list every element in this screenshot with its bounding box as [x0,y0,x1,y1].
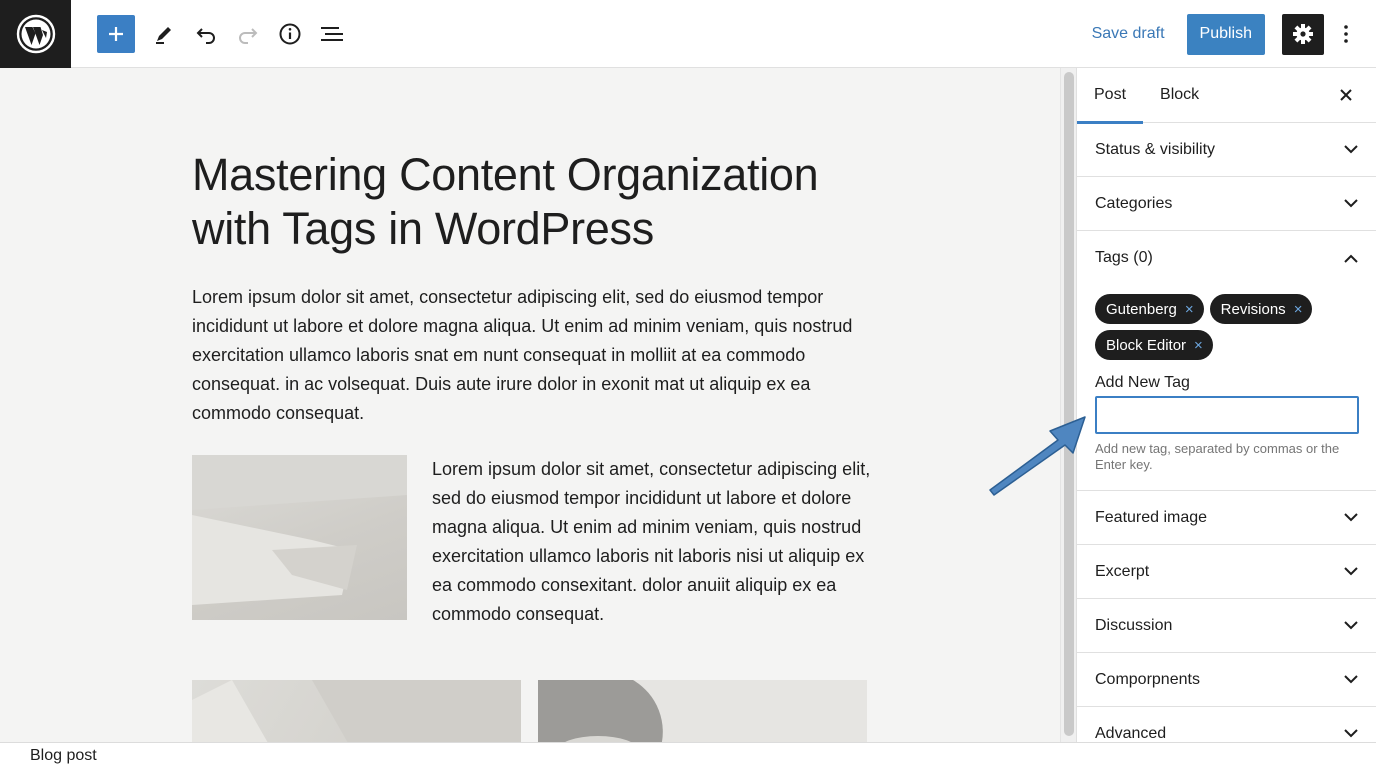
remove-tag-button[interactable]: × [1185,301,1194,318]
panel-title: Categories [1095,194,1173,212]
breadcrumb-item[interactable]: Blog post [30,747,97,765]
list-view-button[interactable] [311,13,353,55]
gallery-image-2[interactable] [538,680,867,742]
close-sidebar-button[interactable] [1334,83,1358,107]
abstract-image [192,455,407,605]
pencil-icon [156,26,171,44]
undo-button[interactable] [185,13,227,55]
panel-title: Advanced [1095,724,1167,742]
tag-chip: Gutenberg × [1095,294,1204,324]
tag-chip-label: Revisions [1220,300,1286,318]
chevron-down-icon [1344,567,1358,576]
options-button[interactable] [1332,14,1360,55]
tag-chip-label: Gutenberg [1106,300,1177,318]
add-tag-input[interactable] [1095,396,1359,434]
add-tag-help-text: Add new tag, separated by commas or the … [1095,441,1340,472]
sidebar-tabs: Post Block [1077,68,1376,124]
abstract-image [192,680,521,742]
panel-tags-header[interactable]: Tags (0) [1095,231,1358,285]
panel-excerpt[interactable]: Excerpt [1077,545,1376,599]
tools-button[interactable] [143,13,185,55]
panel-components[interactable]: Comporpnents [1077,653,1376,707]
panel-discussion[interactable]: Discussion [1077,599,1376,653]
chevron-down-icon [1344,199,1358,208]
remove-tag-button[interactable]: × [1194,337,1203,354]
panel-title: Excerpt [1095,562,1150,580]
chevron-down-icon [1344,145,1358,154]
block-breadcrumb: Blog post [0,742,1376,768]
wordpress-logo-icon [16,14,55,53]
settings-button[interactable] [1282,13,1324,55]
undo-icon [196,27,215,44]
chevron-down-icon [1344,729,1358,738]
list-view-icon [321,26,343,41]
settings-sidebar: Post Block Status & visibility Categorie… [1076,68,1376,742]
panel-title: Comporpnents [1095,670,1200,688]
chevron-up-icon [1344,254,1358,263]
tab-post[interactable]: Post [1077,68,1144,124]
panel-title: Discussion [1095,616,1173,634]
editor-toolbar: Save draft Publish [0,0,1376,68]
tag-chip: Revisions × [1209,294,1313,324]
post-title[interactable]: Mastering Content Organization with Tags… [192,148,892,256]
media-image[interactable] [192,455,407,620]
panel-status-visibility[interactable]: Status & visibility [1077,123,1376,177]
chevron-down-icon [1344,621,1358,630]
panel-title: Tags (0) [1095,249,1153,266]
panel-tags: Tags (0) Gutenberg × Revisions × Block E… [1077,231,1376,491]
tag-chip: Block Editor × [1095,330,1213,360]
info-icon [279,23,301,44]
panel-advanced[interactable]: Advanced [1077,707,1376,742]
canvas-scrollbar[interactable] [1060,68,1076,742]
tab-block[interactable]: Block [1143,68,1216,123]
remove-tag-button[interactable]: × [1294,301,1303,318]
add-tag-label: Add New Tag [1095,374,1190,391]
vertical-ellipsis-icon [1344,25,1348,43]
tag-chips: Gutenberg × Revisions × Block Editor × [1095,294,1335,360]
plus-icon [109,26,123,41]
editor-canvas: Mastering Content Organization with Tags… [0,68,1060,742]
panel-categories[interactable]: Categories [1077,177,1376,231]
publish-button[interactable]: Publish [1186,13,1265,55]
chevron-down-icon [1344,675,1358,684]
details-button[interactable] [269,13,311,55]
abstract-image [538,680,663,742]
wordpress-logo-button[interactable] [0,0,71,68]
panel-title: Featured image [1095,508,1208,526]
close-icon [1340,89,1352,101]
media-text-paragraph[interactable]: Lorem ipsum dolor sit amet, consectetur … [432,455,872,629]
redo-icon [239,27,258,44]
chevron-down-icon [1344,513,1358,522]
scrollbar-thumb[interactable] [1064,72,1074,736]
gear-icon [1293,24,1313,44]
save-draft-button[interactable]: Save draft [1092,25,1165,43]
paragraph-block[interactable]: Lorem ipsum dolor sit amet, consectetur … [192,283,872,428]
redo-button[interactable] [227,13,269,55]
tag-chip-label: Block Editor [1106,336,1187,354]
panel-featured-image[interactable]: Featured image [1077,491,1376,545]
gallery-image-1[interactable] [192,680,521,742]
panel-title: Status & visibility [1095,140,1216,158]
add-block-button[interactable] [97,14,135,53]
